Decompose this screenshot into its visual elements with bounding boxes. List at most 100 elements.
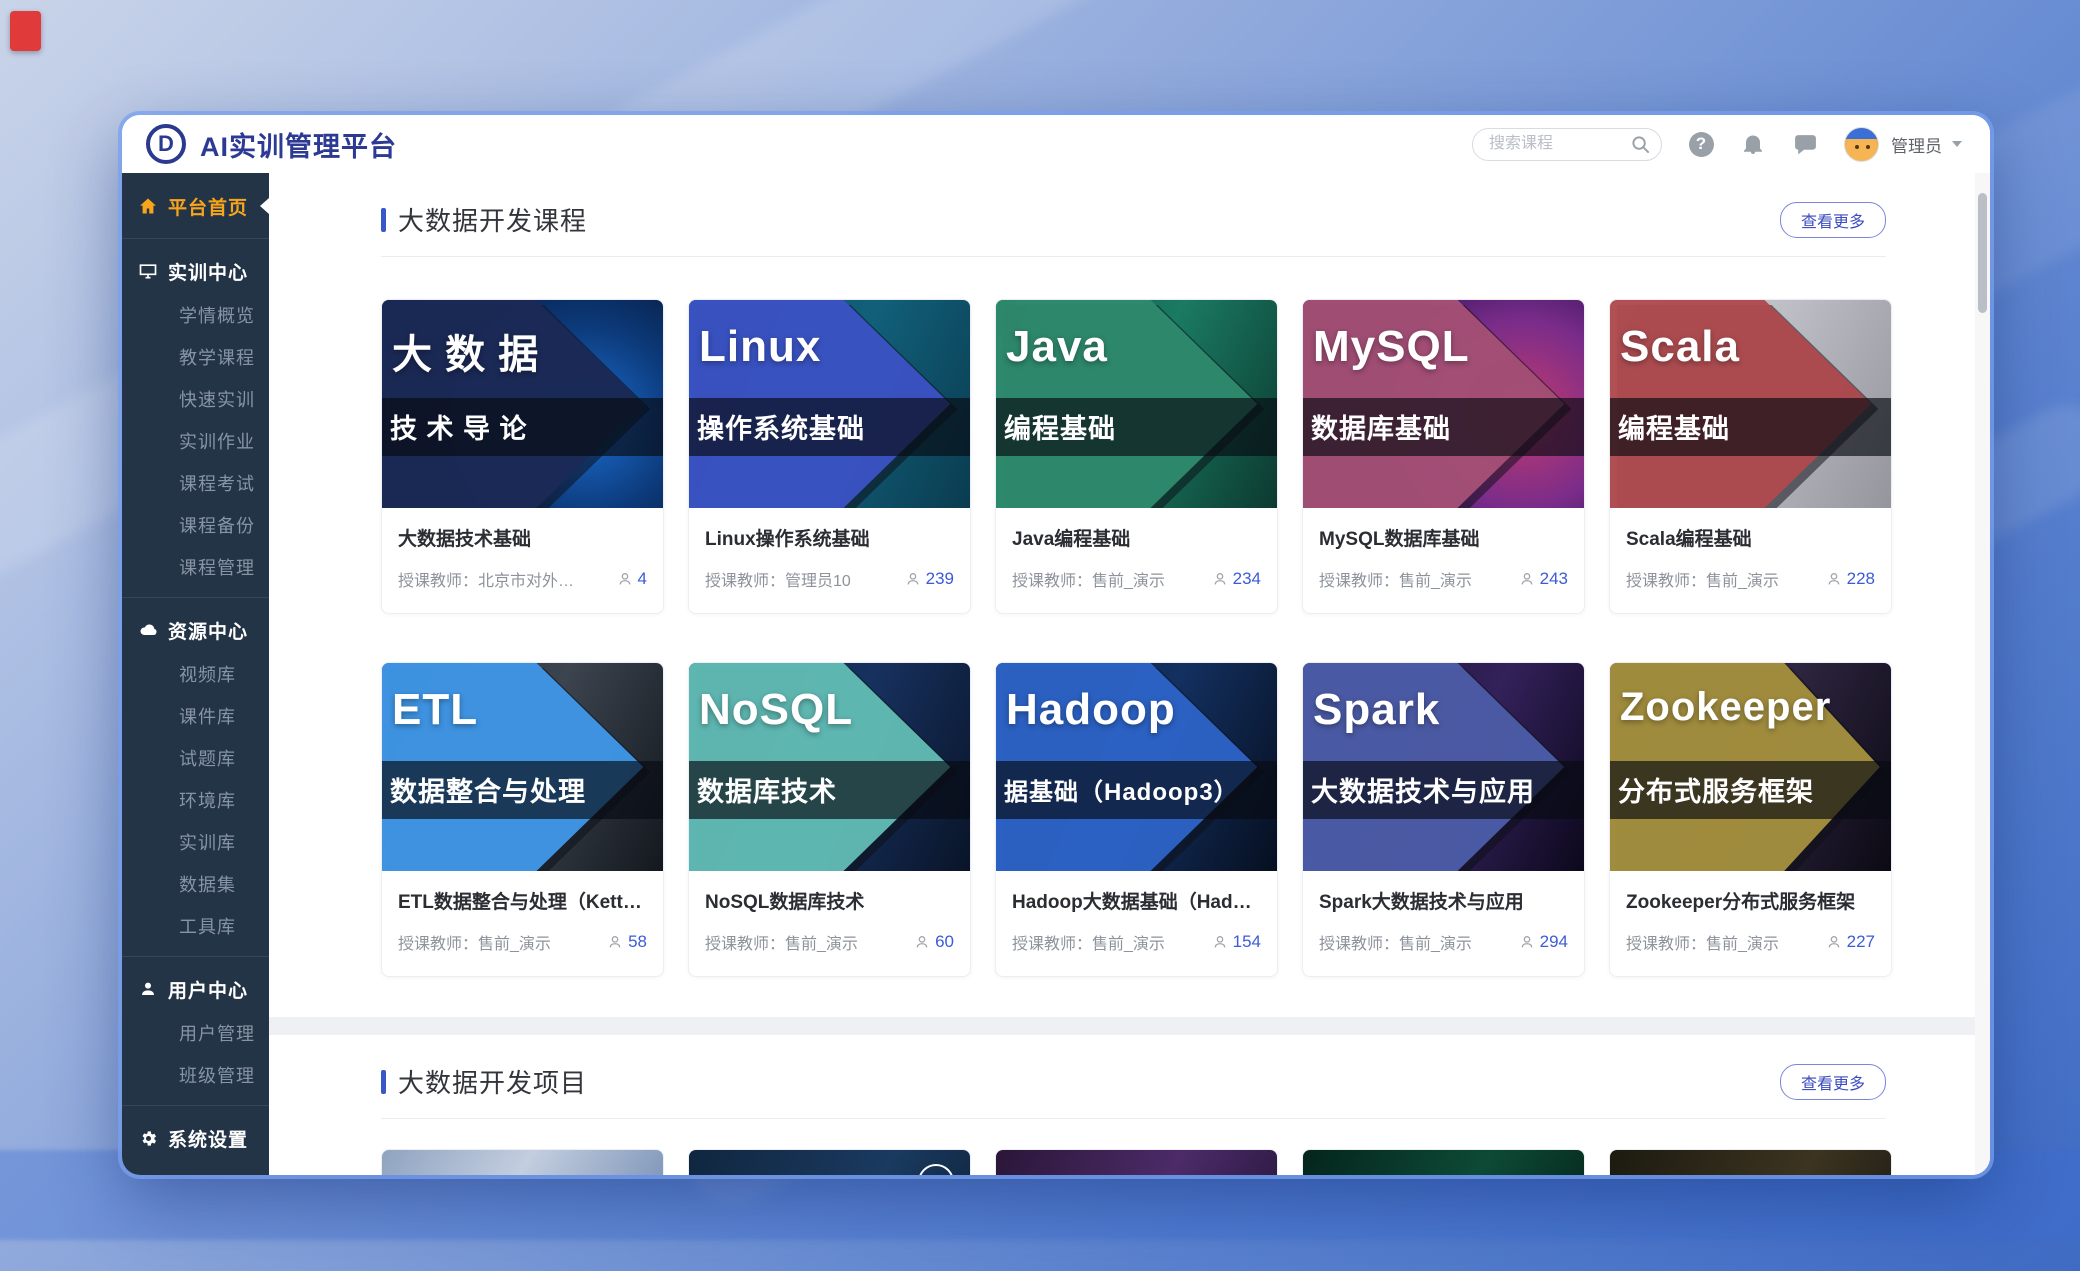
- student-count: 58: [628, 932, 647, 952]
- sidebar-item-quick-training[interactable]: 快速实训: [122, 378, 269, 420]
- student-count-icon: [1826, 571, 1842, 587]
- course-title: MySQL数据库基础: [1319, 524, 1568, 551]
- course-cover-image: Spark 大数据技术与应用: [1303, 663, 1584, 871]
- course-card[interactable]: Spark 大数据技术与应用 Spark大数据技术与应用 授课教师：售前_演示 …: [1302, 662, 1585, 977]
- view-more-button[interactable]: 查看更多: [1780, 202, 1886, 238]
- project-cover-image: 大数据开发案例: [382, 1150, 663, 1175]
- desktop-taskbar-icon[interactable]: [10, 11, 41, 51]
- course-cover-image: NoSQL 数据库技术: [689, 663, 970, 871]
- sidebar-divider: [122, 956, 269, 957]
- view-more-button[interactable]: 查看更多: [1780, 1064, 1886, 1100]
- project-card[interactable]: 大数据开发案例: [1302, 1149, 1585, 1175]
- course-title: NoSQL数据库技术: [705, 887, 954, 914]
- notification-bell-icon[interactable]: [1740, 131, 1766, 157]
- home-icon: [137, 196, 159, 216]
- sidebar-item-course-exams[interactable]: 课程考试: [122, 462, 269, 504]
- desktop-background: D AI实训管理平台 ? 管理员: [0, 0, 2080, 1271]
- sidebar-item-training-library[interactable]: 实训库: [122, 821, 269, 863]
- sidebar-item-home[interactable]: 平台首页: [122, 183, 269, 229]
- user-avatar[interactable]: [1844, 127, 1879, 162]
- course-card[interactable]: Zookeeper 分布式服务框架 Zookeeper分布式服务框架 授课教师：…: [1609, 662, 1892, 977]
- cover-subtitle-band: 数据整合与处理: [382, 761, 663, 819]
- cover-title-text: Java: [1006, 322, 1108, 372]
- cover-title-text: ETL: [392, 685, 478, 735]
- student-count: 243: [1540, 569, 1568, 589]
- search-icon[interactable]: [1631, 135, 1650, 154]
- sidebar-divider: [122, 1105, 269, 1106]
- student-count-icon: [1212, 934, 1228, 950]
- cover-title-text: 大 数 据: [392, 322, 539, 380]
- sidebar-item-user-management[interactable]: 用户管理: [122, 1012, 269, 1054]
- sidebar-item-video-library[interactable]: 视频库: [122, 653, 269, 695]
- course-card[interactable]: Scala 编程基础 Scala编程基础 授课教师：售前_演示 228: [1609, 299, 1892, 614]
- sidebar-item-class-management[interactable]: 班级管理: [122, 1054, 269, 1096]
- scrollbar-thumb[interactable]: [1978, 193, 1987, 313]
- scrollbar-track[interactable]: [1975, 173, 1990, 1175]
- project-card[interactable]: 大数据开发案例: [995, 1149, 1278, 1175]
- course-card[interactable]: MySQL 数据库基础 MySQL数据库基础 授课教师：售前_演示 243: [1302, 299, 1585, 614]
- sidebar-item-system-settings[interactable]: 系统设置: [122, 1115, 269, 1161]
- sidebar-item-teaching-courses[interactable]: 教学课程: [122, 336, 269, 378]
- sidebar-item-environment-library[interactable]: 环境库: [122, 779, 269, 821]
- message-bubble-icon[interactable]: [1792, 131, 1818, 157]
- student-count-icon: [617, 571, 633, 587]
- course-card[interactable]: Linux 操作系统基础 Linux操作系统基础 授课教师：管理员10 239: [688, 299, 971, 614]
- course-teacher: 授课教师：售前_演示: [705, 930, 858, 954]
- cover-title-text: Linux: [699, 322, 821, 372]
- student-count-icon: [1519, 934, 1535, 950]
- sidebar-item-tool-library[interactable]: 工具库: [122, 905, 269, 947]
- project-card[interactable]: ••• 大数据开发案例: [688, 1149, 971, 1175]
- sidebar-item-courseware-library[interactable]: 课件库: [122, 695, 269, 737]
- project-section: 大数据开发项目 查看更多 大数据开发案例 ••• 大数据开发案例: [269, 1035, 1990, 1175]
- sidebar-item-label: 系统设置: [168, 1125, 248, 1152]
- sidebar-group-training-center[interactable]: 实训中心: [122, 248, 269, 294]
- project-cover-image: 大数据开发案例: [1303, 1150, 1584, 1175]
- cover-subtitle-band: 数据库技术: [689, 761, 970, 819]
- course-teacher: 授课教师：售前_演示: [1626, 567, 1779, 591]
- student-count: 154: [1233, 932, 1261, 952]
- project-cover-image: ••• 大数据开发案例: [689, 1150, 970, 1175]
- logo-letter: D: [158, 131, 174, 157]
- course-card[interactable]: 大 数 据 技 术 导 论 大数据技术基础 授课教师：北京市对外贸易学校教...…: [381, 299, 664, 614]
- course-teacher: 授课教师：管理员10: [705, 567, 851, 591]
- sidebar-item-training-homework[interactable]: 实训作业: [122, 420, 269, 462]
- more-dots-icon: •••: [918, 1164, 954, 1175]
- sidebar-item-question-library[interactable]: 试题库: [122, 737, 269, 779]
- cover-subtitle-band: 数据库基础: [1303, 398, 1584, 456]
- project-card[interactable]: 大数据开发案例: [1609, 1149, 1892, 1175]
- course-card[interactable]: ETL 数据整合与处理 ETL数据整合与处理（Kettle） 授课教师：售前_演…: [381, 662, 664, 977]
- sidebar-item-course-management[interactable]: 课程管理: [122, 546, 269, 588]
- search-box: [1472, 128, 1662, 161]
- cover-subtitle-band: 编程基础: [996, 398, 1277, 456]
- course-cover-image: MySQL 数据库基础: [1303, 300, 1584, 508]
- cover-title-text: Scala: [1620, 322, 1740, 372]
- section-title: 大数据开发项目: [381, 1063, 587, 1100]
- cover-subtitle-band: 大数据技术与应用: [1303, 761, 1584, 819]
- active-item-notch: [260, 198, 269, 214]
- project-card[interactable]: 大数据开发案例: [381, 1149, 664, 1175]
- cover-title-text: Hadoop: [1006, 685, 1176, 735]
- course-card[interactable]: Hadoop 据基础（Hadoop3） Hadoop大数据基础（Hadoop3）…: [995, 662, 1278, 977]
- sidebar-item-dataset[interactable]: 数据集: [122, 863, 269, 905]
- course-card[interactable]: Java 编程基础 Java编程基础 授课教师：售前_演示 234: [995, 299, 1278, 614]
- sidebar-item-study-overview[interactable]: 学情概览: [122, 294, 269, 336]
- main-content: 大数据开发课程 查看更多 大 数 据 技 术 导 论 大数据技术基础: [269, 173, 1990, 1175]
- user-name[interactable]: 管理员: [1891, 132, 1942, 157]
- user-icon: [137, 980, 159, 998]
- app-header: D AI实训管理平台 ? 管理员: [122, 115, 1990, 173]
- sidebar-group-user-center[interactable]: 用户中心: [122, 966, 269, 1012]
- student-count: 234: [1233, 569, 1261, 589]
- course-teacher: 授课教师：售前_演示: [398, 930, 551, 954]
- sidebar-item-course-backup[interactable]: 课程备份: [122, 504, 269, 546]
- course-title: Spark大数据技术与应用: [1319, 887, 1568, 914]
- cover-title-text: Zookeeper: [1620, 685, 1831, 730]
- sidebar-group-resource-center[interactable]: 资源中心: [122, 607, 269, 653]
- course-teacher: 授课教师：售前_演示: [1319, 930, 1472, 954]
- course-teacher: 授课教师：售前_演示: [1012, 930, 1165, 954]
- help-icon[interactable]: ?: [1688, 131, 1714, 157]
- course-cover-image: ETL 数据整合与处理: [382, 663, 663, 871]
- student-count: 60: [935, 932, 954, 952]
- user-dropdown-caret-icon[interactable]: [1952, 141, 1962, 147]
- course-card[interactable]: NoSQL 数据库技术 NoSQL数据库技术 授课教师：售前_演示 60: [688, 662, 971, 977]
- sidebar-group-label: 实训中心: [168, 258, 248, 285]
